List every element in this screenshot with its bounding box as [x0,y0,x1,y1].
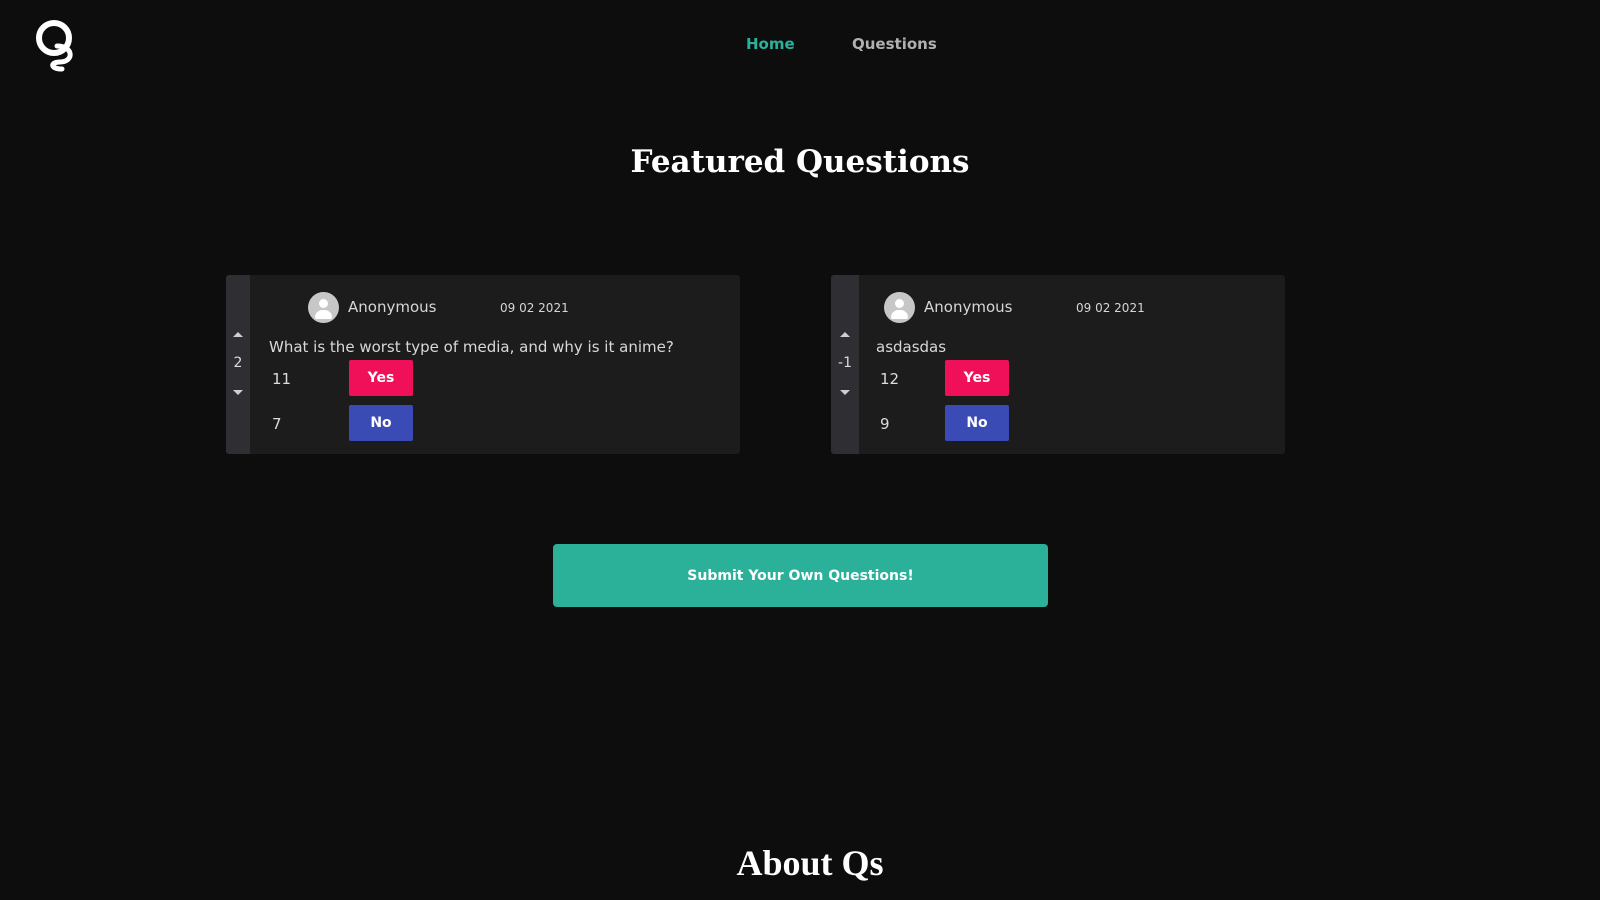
downvote-arrow-icon[interactable] [233,390,243,395]
question-text: asdasdas [876,338,947,356]
author-name: Anonymous [348,298,437,316]
question-text: What is the worst type of media, and why… [269,338,674,356]
upvote-arrow-icon[interactable] [233,332,243,337]
yes-count: 11 [272,370,292,388]
author-name: Anonymous [924,298,1013,316]
yes-button[interactable]: Yes [945,360,1009,396]
vote-score: -1 [838,355,852,371]
vote-column: 2 [226,275,250,454]
yes-count: 12 [880,370,900,388]
user-avatar-icon [884,292,915,323]
nav-home-link[interactable]: Home [746,35,795,53]
question-card: 2 Anonymous 09 02 2021 What is the worst… [226,275,740,454]
vote-column: -1 [831,275,859,454]
page: Home Questions Featured Questions 2 Anon… [0,0,1600,900]
no-button[interactable]: No [945,405,1009,441]
submit-questions-button[interactable]: Submit Your Own Questions! [553,544,1048,607]
main-nav: Home Questions [0,35,1600,57]
post-date: 09 02 2021 [1076,301,1145,315]
post-date: 09 02 2021 [500,301,569,315]
user-avatar-icon [308,292,339,323]
vote-score: 2 [233,355,243,371]
no-count: 7 [272,415,282,433]
no-count: 9 [880,415,890,433]
no-button[interactable]: No [349,405,413,441]
about-title: About Qs [736,843,884,883]
question-card: -1 Anonymous 09 02 2021 asdasdas 12 Yes … [831,275,1285,454]
yes-button[interactable]: Yes [349,360,413,396]
downvote-arrow-icon[interactable] [840,390,850,395]
featured-questions-title: Featured Questions [630,144,970,180]
upvote-arrow-icon[interactable] [840,332,850,337]
nav-questions-link[interactable]: Questions [852,35,937,53]
